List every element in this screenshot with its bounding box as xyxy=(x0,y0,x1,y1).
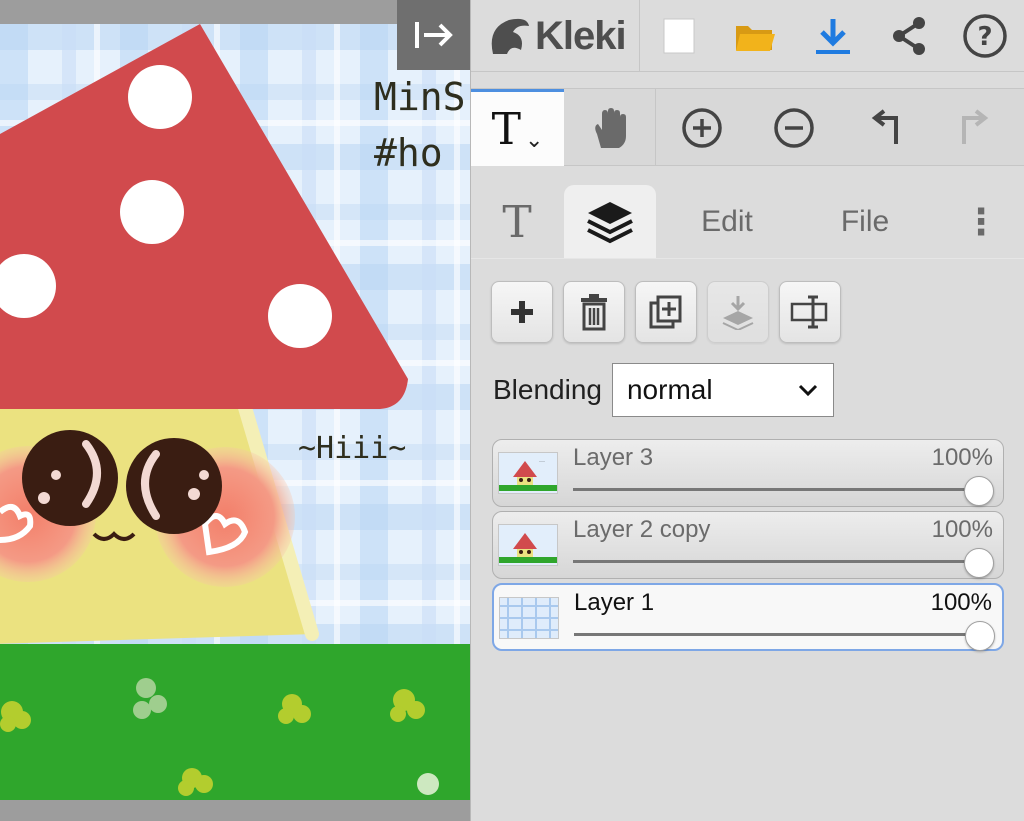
canvas-text-line2: #ho xyxy=(374,131,443,175)
rename-layer-button[interactable] xyxy=(779,281,841,343)
blending-select[interactable]: normal xyxy=(611,363,834,417)
tab-tool-settings[interactable]: T xyxy=(471,185,563,259)
layer-item-selected[interactable]: Layer 1 100% xyxy=(492,583,1004,651)
opacity-slider-track[interactable] xyxy=(573,560,977,563)
layer-name: Layer 2 copy xyxy=(573,516,711,543)
opacity-slider-knob[interactable] xyxy=(964,476,994,506)
layer-item[interactable]: ··· Layer 3 100% xyxy=(492,439,1004,507)
layer-opacity-value: 100% xyxy=(931,444,993,471)
undo-button[interactable] xyxy=(841,89,931,166)
layers-icon xyxy=(587,202,633,244)
panel-tabs: T Edit File ⋮ xyxy=(471,185,1024,259)
merge-down-icon xyxy=(722,296,754,330)
add-layer-icon xyxy=(511,301,533,323)
zoom-out-button[interactable] xyxy=(749,89,839,166)
rename-layer-icon xyxy=(790,295,828,329)
blending-label: Blending xyxy=(493,374,602,405)
redo-button[interactable] xyxy=(929,89,1019,166)
tool-options-caret[interactable]: ⌄ xyxy=(525,127,543,153)
duplicate-layer-icon xyxy=(649,295,682,329)
text-tab-icon: T xyxy=(502,196,532,248)
opacity-slider-knob[interactable] xyxy=(965,621,995,651)
open-folder-icon xyxy=(736,26,775,51)
blending-row: Blending normal xyxy=(493,363,834,417)
text-tool-button[interactable]: T ⌄ xyxy=(471,89,564,166)
layer-thumbnail xyxy=(498,524,558,566)
layer-thumbnail xyxy=(499,597,559,639)
download-icon xyxy=(816,19,850,54)
tab-edit[interactable]: Edit xyxy=(667,185,787,259)
opacity-slider-knob[interactable] xyxy=(964,548,994,578)
layer-list: ··· Layer 3 100% Layer 2 copy 100% Layer… xyxy=(492,439,1004,655)
help-icon: ? xyxy=(963,14,1007,58)
layer-opacity-value: 100% xyxy=(930,589,992,616)
open-file-button[interactable] xyxy=(727,10,783,62)
kleki-logo[interactable]: Kleki xyxy=(487,8,627,64)
canvas-area[interactable]: MinS #ho ~Hiii~ xyxy=(0,0,470,821)
collapse-panel-button[interactable] xyxy=(397,0,470,70)
drawing-canvas[interactable]: MinS #ho ~Hiii~ xyxy=(0,24,470,800)
opacity-slider-track[interactable] xyxy=(573,488,977,491)
hand-tool-button[interactable] xyxy=(564,89,656,166)
tab-file[interactable]: File xyxy=(805,185,925,259)
kleki-app: MinS #ho ~Hiii~ Kleki ? T ⌄ T Edit File … xyxy=(0,0,1024,821)
opacity-slider-track[interactable] xyxy=(574,633,978,636)
tool-row: T ⌄ xyxy=(471,88,1024,166)
help-button[interactable]: ? xyxy=(957,10,1013,62)
tab-layers[interactable] xyxy=(564,185,656,259)
undo-icon xyxy=(871,108,898,144)
hand-tool-icon xyxy=(594,107,626,148)
svg-text:?: ? xyxy=(977,22,992,52)
layers-panel: Blending normal ··· Layer 3 100% Layer 2… xyxy=(471,258,1024,821)
collapse-arrow-icon xyxy=(414,22,453,48)
top-bar: Kleki ? xyxy=(471,0,1024,72)
layer-name: Layer 1 xyxy=(574,589,655,616)
blending-value: normal xyxy=(626,374,713,405)
text-tool-icon: T xyxy=(491,103,521,155)
new-image-icon xyxy=(663,18,695,54)
layer-thumbnail: ··· xyxy=(498,452,558,494)
layer-item[interactable]: Layer 2 copy 100% xyxy=(492,511,1004,579)
svg-text:···: ··· xyxy=(539,459,545,465)
canvas-artwork: MinS #ho ~Hiii~ xyxy=(0,24,470,800)
new-image-button[interactable] xyxy=(651,10,707,62)
logo-text: Kleki xyxy=(535,13,627,58)
layer-actions xyxy=(491,281,841,345)
layer-name: Layer 3 xyxy=(573,444,654,471)
zoom-in-button[interactable] xyxy=(657,89,747,166)
chevron-down-icon xyxy=(798,384,818,397)
delete-layer-button[interactable] xyxy=(563,281,625,343)
redo-icon xyxy=(962,108,989,144)
share-button[interactable] xyxy=(881,10,937,62)
divider xyxy=(639,0,640,72)
download-button[interactable] xyxy=(805,10,861,62)
canvas-greeting-text: ~Hiii~ xyxy=(298,431,406,466)
merge-down-button[interactable] xyxy=(707,281,769,343)
share-icon xyxy=(893,17,925,55)
delete-layer-icon xyxy=(581,294,607,331)
more-menu-button[interactable]: ⋮ xyxy=(959,185,1003,259)
canvas-text-line1: MinS xyxy=(374,75,466,119)
zoom-in-icon xyxy=(682,107,722,148)
kleki-logo-icon xyxy=(491,18,529,54)
duplicate-layer-button[interactable] xyxy=(635,281,697,343)
side-panel: Kleki ? T ⌄ T Edit File ⋮ Blending norma… xyxy=(470,0,1024,821)
layer-opacity-value: 100% xyxy=(931,516,993,543)
add-layer-button[interactable] xyxy=(491,281,553,343)
zoom-out-icon xyxy=(774,107,814,148)
